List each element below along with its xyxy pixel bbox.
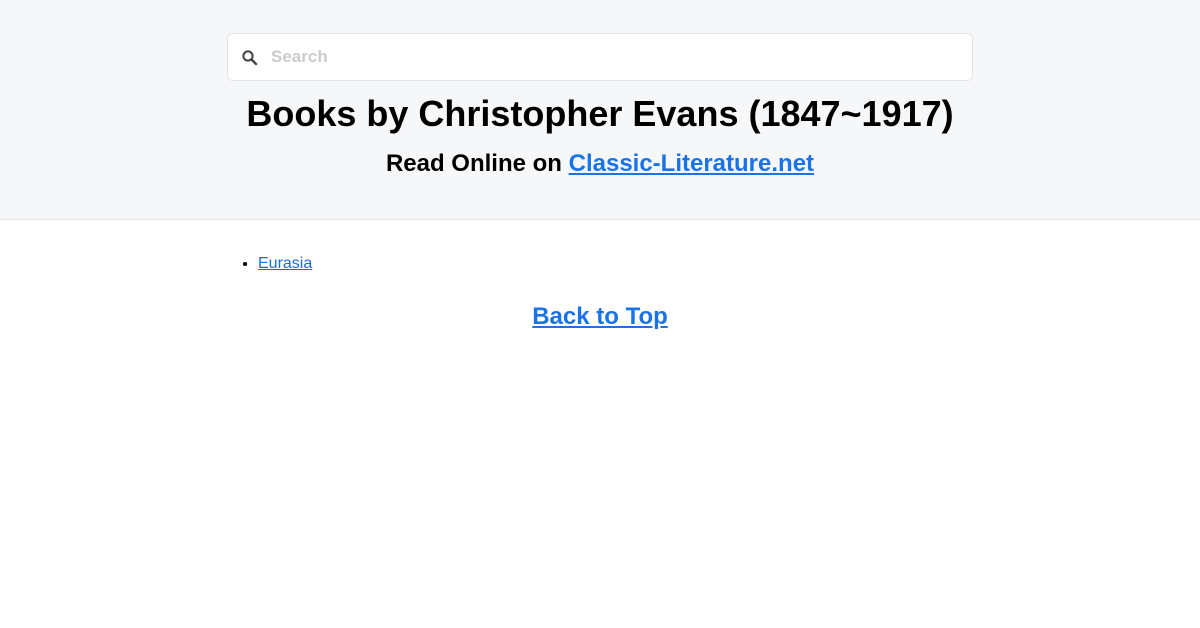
book-link-eurasia[interactable]: Eurasia: [258, 255, 312, 272]
search-box[interactable]: [227, 33, 973, 81]
back-to-top: Back to Top: [227, 302, 973, 332]
book-list: Eurasia: [227, 254, 973, 274]
subtitle-prefix: Read Online on: [385, 150, 562, 177]
page-title: Books by Christopher Evans (1847~1917): [246, 93, 954, 134]
search-input[interactable]: [271, 34, 961, 80]
subtitle: Read Online on Classic-Literature.net: [0, 149, 1200, 179]
page-header: Books by Christopher Evans (1847~1917) R…: [0, 0, 1200, 220]
list-item: Eurasia: [258, 254, 973, 274]
back-to-top-link[interactable]: Back to Top: [532, 303, 668, 330]
search-icon: [241, 49, 259, 67]
main-content: Eurasia Back to Top: [227, 220, 973, 332]
site-link[interactable]: Classic-Literature.net: [569, 150, 814, 177]
